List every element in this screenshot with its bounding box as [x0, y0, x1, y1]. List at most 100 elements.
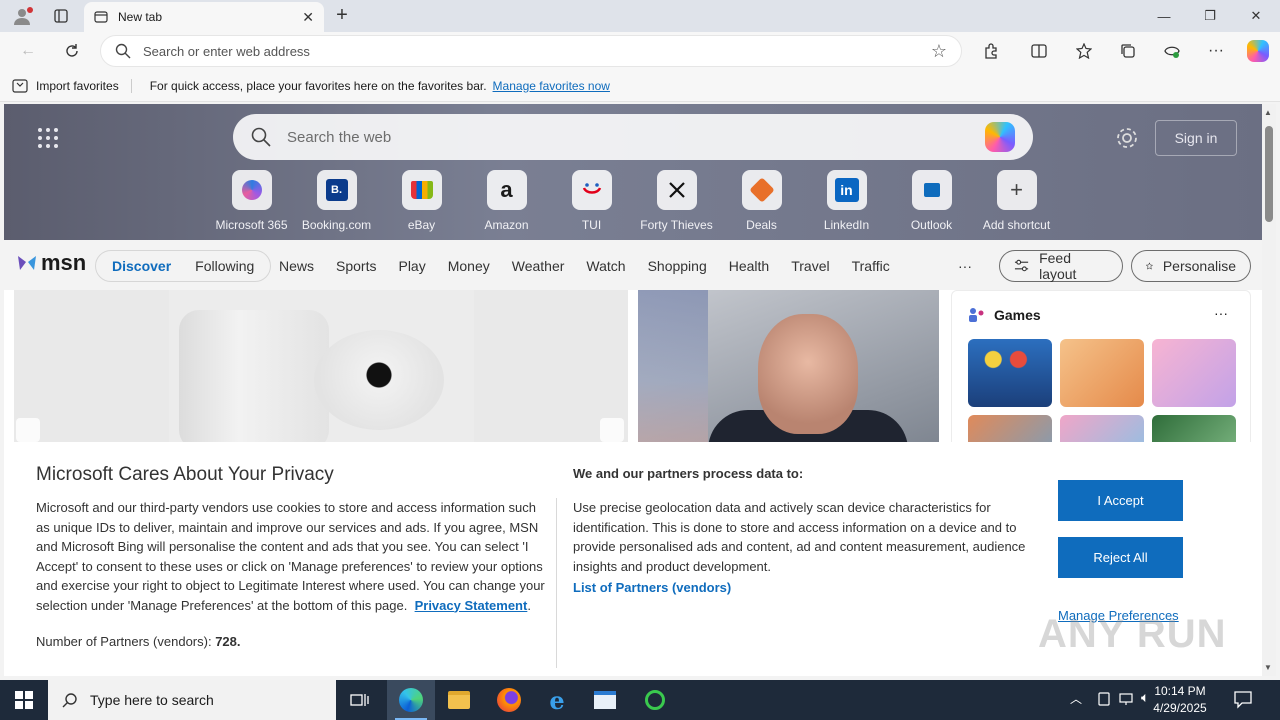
feed-layout-button[interactable]: Feed layout: [999, 250, 1123, 282]
shortcut-booking[interactable]: B. Booking.com: [294, 170, 379, 232]
settings-more-button[interactable]: ···: [1202, 37, 1230, 65]
minimize-button[interactable]: —: [1141, 0, 1187, 32]
shortcut-tui[interactable]: TUI: [549, 170, 634, 232]
nav-sports[interactable]: Sports: [325, 258, 387, 274]
carousel-next-button[interactable]: [600, 418, 624, 442]
accept-button[interactable]: I Accept: [1058, 480, 1183, 521]
tab-discover[interactable]: Discover: [100, 251, 183, 281]
nav-money[interactable]: Money: [437, 258, 501, 274]
game-tile-3[interactable]: [1152, 339, 1236, 407]
taskbar-app-window[interactable]: [581, 680, 629, 720]
copilot-search-icon[interactable]: [985, 122, 1015, 152]
sign-in-button[interactable]: Sign in: [1155, 120, 1237, 156]
start-button[interactable]: [0, 680, 48, 720]
scroll-up-icon[interactable]: ▲: [1264, 108, 1272, 117]
news-card-image[interactable]: [14, 290, 628, 442]
shortcut-microsoft-365[interactable]: Microsoft 365: [209, 170, 294, 232]
taskbar-clock[interactable]: 10:14 PM 4/29/2025: [1140, 683, 1220, 717]
close-tab-icon[interactable]: ✕: [302, 9, 314, 26]
show-hidden-icons[interactable]: ︿: [1070, 690, 1082, 707]
split-screen-button[interactable]: [1025, 37, 1053, 65]
tab-actions-button[interactable]: [48, 4, 74, 28]
privacy-statement-link[interactable]: Privacy Statement: [415, 598, 528, 613]
feed-tabs: Discover Following: [95, 250, 272, 282]
manage-favorites-link[interactable]: Manage favorites now: [493, 79, 610, 93]
scrollbar-thumb[interactable]: [1265, 126, 1273, 222]
hero-background: Search the web Sign in Microsoft 365 B. …: [4, 104, 1262, 240]
notification-center-icon[interactable]: [1232, 688, 1256, 712]
refresh-button[interactable]: [58, 37, 86, 65]
app-window-icon: [594, 691, 616, 709]
games-header[interactable]: Games: [968, 307, 1041, 323]
copilot-button[interactable]: [1244, 37, 1272, 65]
page-settings-icon[interactable]: [1115, 126, 1139, 150]
msn-nav-links: News Sports Play Money Weather Watch Sho…: [268, 250, 901, 282]
nav-health[interactable]: Health: [718, 258, 780, 274]
msn-navigation: msn Discover Following News Sports Play …: [4, 240, 1262, 290]
forty-thieves-icon: [656, 170, 697, 210]
carousel-prev-button[interactable]: [16, 418, 40, 442]
reject-all-button[interactable]: Reject All: [1058, 537, 1183, 578]
nav-news[interactable]: News: [268, 258, 325, 274]
network-icon[interactable]: [1118, 691, 1134, 710]
app-launcher-icon[interactable]: [38, 128, 58, 148]
restore-button[interactable]: ❐: [1187, 0, 1233, 32]
shortcut-linkedin[interactable]: in LinkedIn: [804, 170, 889, 232]
extensions-button[interactable]: [977, 37, 1005, 65]
nav-more-button[interactable]: ···: [958, 258, 972, 274]
msn-logo[interactable]: msn: [16, 250, 86, 276]
nav-traffic[interactable]: Traffic: [841, 258, 901, 274]
browser-essentials-button[interactable]: [1158, 37, 1186, 65]
title-bar: New tab ✕ + — ❐ ✕: [0, 0, 1280, 32]
taskbar-search-box[interactable]: Type here to search: [48, 680, 336, 720]
shortcut-amazon[interactable]: a Amazon: [464, 170, 549, 232]
import-favorites-button[interactable]: Import favorites: [12, 78, 132, 93]
search-icon: [62, 693, 77, 708]
close-window-button[interactable]: ✕: [1233, 0, 1279, 32]
game-tile-2[interactable]: [1060, 339, 1144, 407]
nav-watch[interactable]: Watch: [575, 258, 636, 274]
nav-play[interactable]: Play: [387, 258, 436, 274]
list-of-partners-link[interactable]: List of Partners (vendors): [573, 580, 731, 595]
new-tab-button[interactable]: +: [330, 4, 354, 28]
nav-shopping[interactable]: Shopping: [637, 258, 718, 274]
tab-following[interactable]: Following: [183, 251, 266, 281]
web-search-box[interactable]: Search the web: [233, 114, 1033, 160]
favorite-star-icon[interactable]: ☆: [931, 41, 947, 62]
task-view-button[interactable]: [336, 680, 384, 720]
back-button[interactable]: ←: [14, 37, 42, 65]
partners-count: Number of Partners (vendors): 728.: [36, 634, 241, 649]
games-more-button[interactable]: ···: [1214, 305, 1228, 321]
favorites-button[interactable]: [1070, 37, 1098, 65]
taskbar-edge[interactable]: [387, 680, 435, 720]
process-heading: We and our partners process data to:: [573, 466, 804, 481]
shortcut-forty-thieves[interactable]: Forty Thieves: [634, 170, 719, 232]
nav-weather[interactable]: Weather: [501, 258, 576, 274]
tab-new-tab[interactable]: New tab ✕: [84, 2, 324, 32]
ebay-icon: [401, 170, 442, 210]
taskbar-internet-explorer[interactable]: e: [533, 680, 581, 720]
collections-button[interactable]: [1114, 37, 1142, 65]
microsoft-365-icon: [231, 170, 272, 210]
windows-taskbar: Type here to search e ︿ 🔈︎ 10:14 PM 4/29…: [0, 680, 1280, 720]
shortcut-add[interactable]: + Add shortcut: [974, 170, 1059, 232]
scroll-down-icon[interactable]: ▼: [1264, 663, 1272, 672]
import-favorites-label: Import favorites: [36, 78, 119, 93]
network-drive-icon[interactable]: [1096, 691, 1112, 710]
news-card-portrait[interactable]: [638, 290, 939, 442]
shortcut-ebay[interactable]: eBay: [379, 170, 464, 232]
consent-body: Microsoft and our third-party vendors us…: [36, 500, 545, 613]
page-scrollbar[interactable]: ▲ ▼: [1262, 104, 1276, 676]
address-bar[interactable]: Search or enter web address ☆: [100, 35, 962, 67]
taskbar-file-explorer[interactable]: [435, 680, 483, 720]
profile-avatar[interactable]: [8, 4, 36, 28]
taskbar-firefox[interactable]: [485, 680, 533, 720]
shortcut-outlook[interactable]: Outlook: [889, 170, 974, 232]
nav-travel[interactable]: Travel: [780, 258, 840, 274]
taskbar-green-app[interactable]: [631, 680, 679, 720]
personalise-button[interactable]: Personalise: [1131, 250, 1251, 282]
game-tile-bubble-shooter[interactable]: [968, 339, 1052, 407]
web-search-placeholder: Search the web: [287, 128, 392, 146]
copilot-icon: [1247, 40, 1269, 62]
shortcut-deals[interactable]: Deals: [719, 170, 804, 232]
